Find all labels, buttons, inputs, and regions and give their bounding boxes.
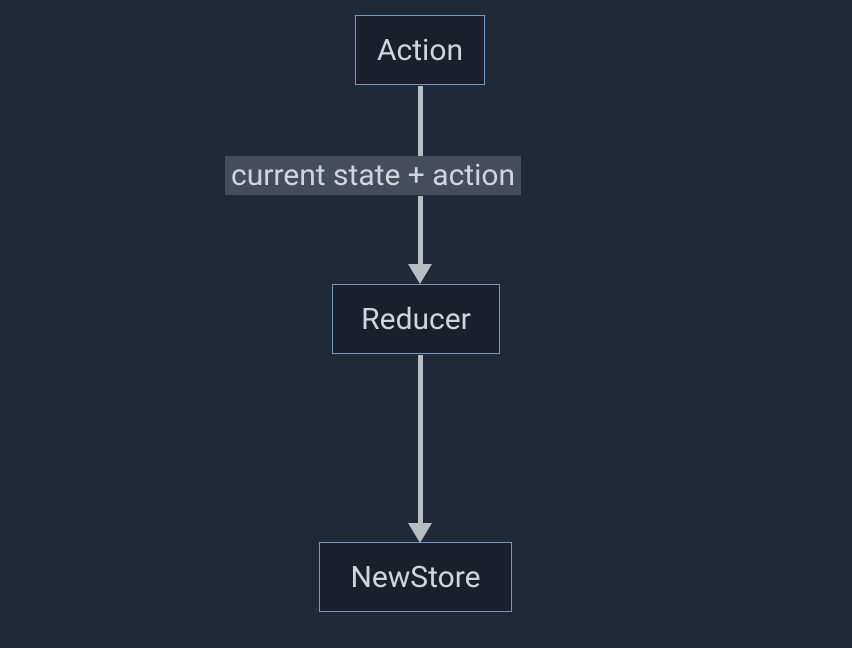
arrow-line-1 <box>418 86 423 156</box>
arrow-line-3 <box>418 355 423 525</box>
edge-label-action-reducer: current state + action <box>225 156 521 195</box>
edge-label-text: current state + action <box>231 158 515 193</box>
arrow-head-icon <box>408 523 432 543</box>
node-newstore: NewStore <box>319 542 512 612</box>
node-action: Action <box>355 15 485 85</box>
arrow-head-icon <box>408 264 432 284</box>
node-reducer: Reducer <box>332 284 500 354</box>
node-reducer-label: Reducer <box>361 302 471 337</box>
node-newstore-label: NewStore <box>350 560 480 595</box>
node-action-label: Action <box>377 33 463 68</box>
arrow-line-2 <box>418 196 423 266</box>
